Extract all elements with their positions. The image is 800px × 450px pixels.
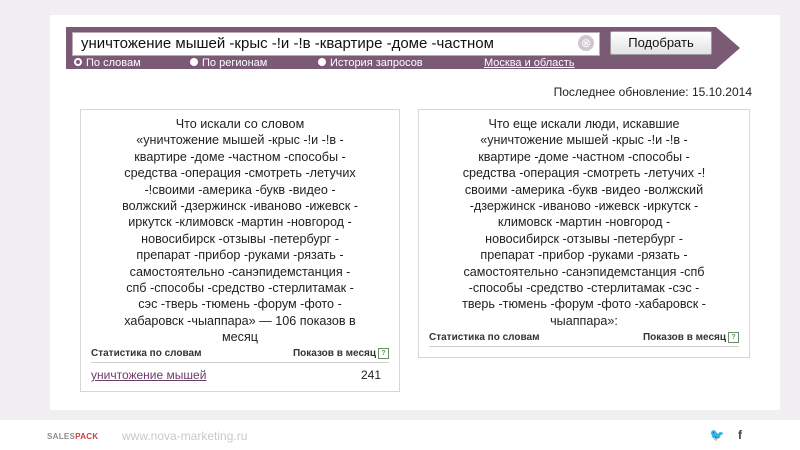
stats-header-right: Показов в месяц? [293,348,389,359]
text-line: новосибирск -отзывы -петербург - [485,231,683,246]
text-line: чыаппара»: [550,313,618,328]
text-line: Что искали со словом [175,117,305,131]
text-line: средства -операция -смотреть -летучих [124,166,356,181]
text-line: волжский -дзержинск -иваново -ижевск - [122,199,358,214]
text-line: -способы -средство -стерлитамак -сэс - [468,281,700,296]
text-line: -дзержинск -иваново -ижевск -иркутск - [469,199,699,214]
keyword-link[interactable]: уничтожение мышей [91,368,206,382]
brand-part1: SALES [47,432,76,441]
stats-header-right-label: Показов в месяц [292,348,376,359]
help-icon[interactable]: ? [728,332,739,343]
brand-logo: SALESPACK [47,432,98,441]
stats-header: Статистика по словам Показов в месяц? [429,332,739,347]
text-line: Что еще искали люди, искавшие [488,117,680,131]
radio-label: По регионам [202,57,268,69]
social-links: 🐦 f [700,428,742,442]
text-line: -!своими -америка -букв -видео - [144,182,336,197]
text-line: тверь -тюмень -форум -фото -хабаровск - [462,297,706,312]
radio-label: По словам [86,57,141,69]
stats-header-left: Статистика по словам [91,348,202,359]
text-line: хабаровск -чыаппара» — 106 показов в [124,313,356,328]
panel-also-searched: Что еще искали люди, искавшие «уничтожен… [418,109,750,358]
search-input[interactable]: уничтожение мышей -крыс -!и -!в -квартир… [72,32,600,56]
radio-label: История запросов [330,57,423,69]
brand-part2: PACK [75,432,99,441]
site-url[interactable]: www.nova-marketing.ru [122,429,247,443]
text-line: «уничтожение мышей -крыс -!и -!в - [480,133,688,148]
stats-header-left: Статистика по словам [429,332,540,343]
twitter-icon[interactable]: 🐦 [710,428,725,442]
radio-dot-icon [190,58,198,67]
impressions-count: 241 [360,368,381,382]
text-line: квартире -доме -частном -способы - [478,149,690,164]
stats-header: Статистика по словам Показов в месяц? [91,348,389,363]
table-row: уничтожение мышей 241 [91,367,389,383]
text-line: «уничтожение мышей -крыс -!и -!в - [136,133,344,148]
text-line: спб -способы -средство -стерлитамак - [126,281,354,296]
stats-header-right: Показов в месяц? [643,332,739,343]
text-line: препарат -прибор -руками -рязать - [480,248,688,263]
panel-searched-with-word: Что искали со словом «уничтожение мышей … [80,109,400,392]
text-line: средства -операция -смотреть -летучих -! [462,166,706,181]
panel-description: Что еще искали люди, искавшие «уничтожен… [425,116,743,329]
radio-dot-icon [74,58,82,67]
panel-description: Что искали со словом «уничтожение мышей … [87,116,393,346]
last-updated: Последнее обновление: 15.10.2014 [553,85,752,99]
clear-icon[interactable]: ⊗ [578,35,594,51]
text-line: квартире -доме -частном -способы - [134,149,346,164]
text-line: своими -америка -букв -видео -волжский [464,182,704,197]
stats-header-right-label: Показов в месяц [642,332,726,343]
text-line: самостоятельно -санэпидемстанция -спб [463,264,705,279]
slide-footer: SALESPACK www.nova-marketing.ru 🐦 f [0,420,800,450]
text-line: климовск -мартин -новгород - [497,215,671,230]
facebook-icon[interactable]: f [738,428,742,442]
search-band-arrow [716,27,740,69]
radio-dot-icon [318,58,326,67]
text-line: новосибирск -отзывы -петербург - [141,231,339,246]
text-line: иркутск -климовск -мартин -новгород - [128,215,352,230]
radio-by-regions[interactable]: По регионам [190,57,267,69]
text-line: месяц [222,330,258,345]
text-line: сэс -тверь -тюмень -форум -фото - [138,297,342,312]
slide-background: уничтожение мышей -крыс -!и -!в -квартир… [0,0,800,420]
wordstat-screenshot: уничтожение мышей -крыс -!и -!в -квартир… [50,15,780,410]
radio-history[interactable]: История запросов [318,57,423,69]
submit-button[interactable]: Подобрать [610,31,712,55]
help-icon[interactable]: ? [378,348,389,359]
text-line: самостоятельно -санэпидемстанция - [129,264,351,279]
text-line: препарат -прибор -руками -рязать - [136,248,344,263]
region-link[interactable]: Москва и область [484,57,575,69]
radio-by-words[interactable]: По словам [74,57,141,69]
